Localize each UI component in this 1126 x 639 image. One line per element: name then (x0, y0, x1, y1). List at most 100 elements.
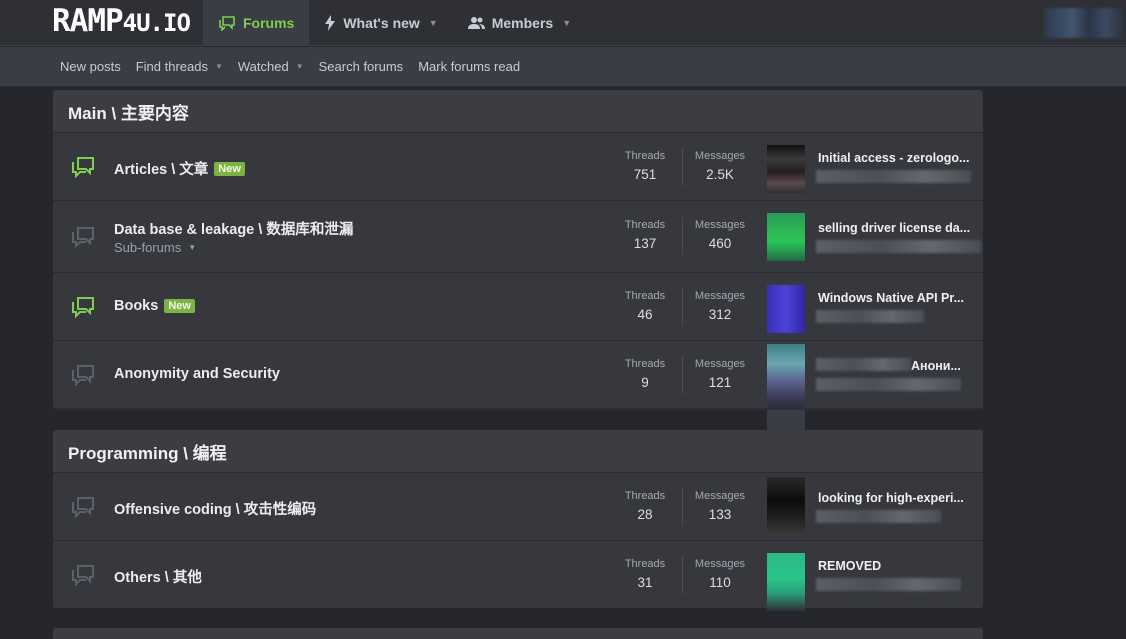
messages-count: 2.5K (706, 167, 734, 182)
nav-tab-members[interactable]: Members ▼ (453, 0, 586, 46)
last-post-meta (816, 310, 924, 323)
chat-bubbles-icon (218, 15, 236, 31)
messages-count: 121 (708, 375, 732, 390)
subforums-toggle[interactable]: Sub-forums ▼ (114, 240, 196, 255)
nav-tab-label: Forums (243, 15, 295, 31)
threads-stat: Threads 751 (615, 150, 675, 182)
subnav-label: Find threads (135, 59, 208, 74)
last-post-title[interactable]: selling driver license da... (818, 221, 973, 235)
sub-nav: New posts Find threads ▼ Watched ▼ Search … (0, 47, 1126, 87)
chevron-down-icon[interactable]: ▼ (562, 18, 571, 28)
forum-title-text: Offensive coding \ 攻击性编码 (114, 502, 317, 518)
forum-title-link[interactable]: Data base & leakage \ 数据库和泄漏 (114, 218, 353, 239)
forum-read-icon (70, 225, 96, 251)
messages-stat: Messages 312 (686, 290, 754, 322)
forum-title-text: Articles \ 文章 (114, 162, 209, 178)
stat-label: Threads (624, 150, 666, 162)
last-poster-avatar[interactable] (767, 285, 805, 333)
messages-count: 110 (709, 575, 731, 590)
stat-label: Messages (694, 490, 746, 502)
threads-stat: Threads 137 (615, 219, 675, 251)
messages-count: 312 (708, 307, 732, 322)
last-post-meta (816, 578, 961, 591)
last-poster-avatar[interactable] (767, 553, 805, 611)
forum-title-link[interactable]: Offensive coding \ 攻击性编码 (114, 498, 316, 519)
nav-tab-label: What's new (343, 15, 420, 31)
category-title[interactable]: Programming \ 编程 (53, 430, 983, 472)
last-post-meta (816, 170, 971, 183)
messages-stat: Messages 133 (686, 490, 754, 522)
subforums-label: Sub-forums (114, 240, 182, 255)
forum-title-link[interactable]: Books New (114, 298, 195, 314)
stat-label: Messages (694, 150, 746, 162)
last-poster-avatar[interactable] (767, 145, 805, 193)
chevron-down-icon[interactable]: ▼ (429, 18, 438, 28)
chevron-down-icon[interactable]: ▼ (296, 62, 304, 71)
stat-divider (682, 356, 683, 394)
forum-title-link[interactable]: Others \ 其他 (114, 566, 202, 587)
threads-stat: Threads 28 (615, 490, 675, 522)
last-poster-avatar[interactable] (767, 344, 805, 410)
forum-read-icon (70, 563, 96, 589)
last-post-title[interactable]: Initial access - zerologo... (818, 151, 973, 165)
user-account-avatar[interactable] (1044, 8, 1126, 38)
subnav-new-posts[interactable]: New posts (60, 59, 121, 74)
messages-stat: Messages 2.5K (686, 150, 754, 182)
messages-stat: Messages 460 (686, 219, 754, 251)
forum-node-others: Others \ 其他 Threads 31 Messages 110 REMOVE… (53, 540, 983, 611)
messages-stat: Messages 121 (686, 358, 754, 390)
forum-node-articles: Articles \ 文章 New Threads 751 Messages 2.5… (53, 132, 983, 200)
subnav-find-threads[interactable]: Find threads ▼ (136, 59, 223, 74)
bolt-icon (324, 15, 336, 31)
forum-title-link[interactable]: Anonymity and Security (114, 366, 280, 382)
last-post-title[interactable]: REMOVED (818, 559, 973, 573)
last-post-meta (816, 378, 961, 391)
last-post-title[interactable]: Windows Native API Pr... (818, 291, 973, 305)
forum-title-text: Data base & leakage \ 数据库和泄漏 (114, 222, 354, 238)
messages-count: 133 (708, 507, 732, 522)
new-badge: New (164, 299, 195, 313)
threads-stat: Threads 9 (615, 358, 675, 390)
stat-label: Threads (624, 558, 666, 570)
main-nav: Forums What's new ▼ Members ▼ (203, 0, 586, 46)
stat-label: Threads (624, 219, 666, 231)
last-post-title[interactable]: looking for high-experi... (818, 491, 973, 505)
forum-node-books: Books New Threads 46 Messages 312 Windows … (53, 272, 983, 340)
subnav-search-forums[interactable]: Search forums (319, 59, 404, 74)
chevron-down-icon[interactable]: ▼ (215, 62, 223, 71)
last-post-title[interactable]: Анони... (911, 359, 973, 373)
subnav-label: Search forums (318, 59, 404, 74)
category-main: Main \ 主要内容 Articles \ 文章 New Threads 751… (53, 90, 983, 410)
stat-divider (682, 217, 683, 255)
chevron-down-icon: ▼ (188, 243, 197, 252)
stat-label: Messages (694, 558, 746, 570)
new-badge: New (214, 161, 245, 176)
users-icon (467, 16, 485, 30)
top-header: RAMP 4U.IO Forums What's new ▼ Members ▼ (0, 0, 1126, 46)
subnav-label: New posts (60, 59, 121, 74)
last-poster-avatar[interactable] (767, 213, 805, 261)
subnav-watched[interactable]: Watched ▼ (238, 59, 304, 74)
stat-label: Threads (624, 290, 666, 302)
forum-node-anonymity: Anonymity and Security Threads 9 Messages… (53, 340, 983, 410)
threads-stat: Threads 46 (615, 290, 675, 322)
nav-tab-whats-new[interactable]: What's new ▼ (309, 0, 452, 46)
forum-title-text: Books (114, 298, 159, 314)
category-title[interactable]: Main \ 主要内容 (53, 90, 983, 132)
forum-title-link[interactable]: Articles \ 文章 New (114, 158, 245, 179)
forum-title-text: Anonymity and Security (114, 366, 280, 382)
threads-count: 137 (633, 236, 657, 251)
threads-count: 9 (641, 375, 649, 390)
last-poster-avatar[interactable] (767, 477, 805, 535)
threads-count: 28 (637, 507, 653, 522)
stat-divider (682, 556, 683, 594)
stat-divider (682, 148, 683, 186)
threads-stat: Threads 31 (615, 558, 675, 590)
threads-count: 31 (637, 575, 653, 590)
nav-tab-forums[interactable]: Forums (203, 0, 310, 46)
subnav-mark-forums-read[interactable]: Mark forums read (418, 59, 520, 74)
subnav-label: Mark forums read (418, 59, 521, 74)
subnav-label: Watched (237, 59, 289, 74)
site-logo[interactable]: RAMP 4U.IO (52, 3, 191, 39)
threads-count: 46 (637, 307, 653, 322)
